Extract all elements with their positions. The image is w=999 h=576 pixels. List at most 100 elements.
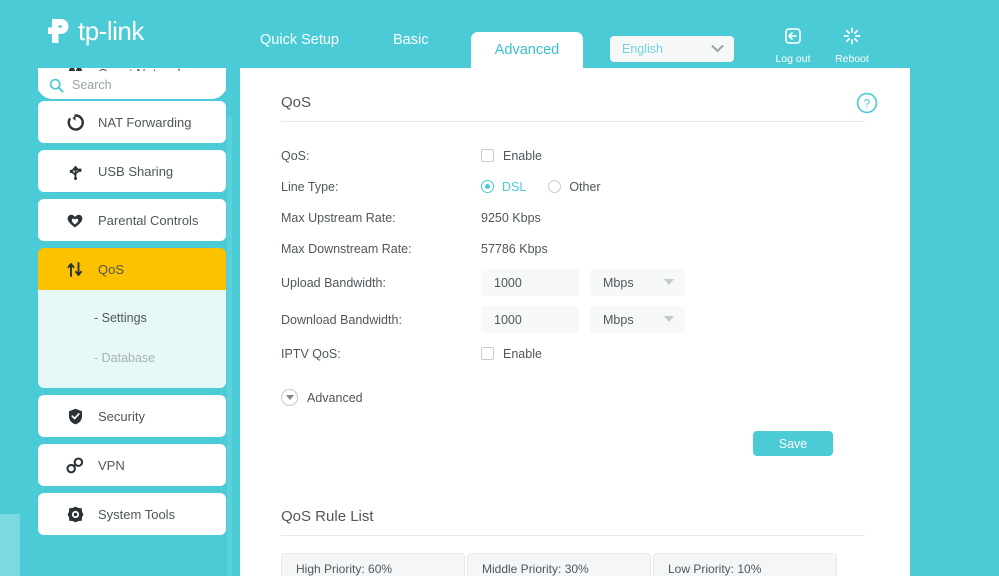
chevron-down-circle-icon — [281, 389, 298, 406]
unit-value: Mbps — [603, 312, 634, 327]
save-button[interactable]: Save — [753, 431, 833, 456]
priority-card[interactable]: Low Priority: 10% — [653, 553, 837, 576]
sidebar-item-label: System Tools — [98, 506, 176, 522]
priority-card[interactable]: High Priority: 60% — [281, 553, 465, 576]
sidebar-search[interactable] — [38, 71, 226, 99]
priority-card-header: Middle Priority: 30% — [468, 554, 650, 576]
sidebar-scrollbar[interactable] — [227, 116, 232, 576]
sidebar-item-label: USB Sharing — [98, 163, 174, 179]
chevron-down-icon — [711, 44, 724, 56]
qos-rule-list-panel: QoS Rule List High Priority: 60% Middle … — [240, 482, 910, 576]
priority-card-header: Low Priority: 10% — [654, 554, 836, 576]
sidebar-item-label: QoS — [98, 261, 125, 277]
brand-name: tp-link — [78, 15, 144, 46]
field-label: Download Bandwidth: — [281, 312, 402, 327]
page-title: QoS — [281, 94, 312, 111]
page-header: tp-link Quick Setup Basic Advanced Engli… — [0, 0, 999, 68]
field-max-downstream: Max Downstream Rate: 57786 Kbps — [281, 233, 881, 264]
brand-logo[interactable]: tp-link — [38, 13, 144, 49]
qos-form: QoS: Enable Line Type: DSL Other Max Ups… — [281, 140, 881, 369]
parental-controls-icon — [62, 212, 88, 229]
sidebar-subitem-settings[interactable]: - Settings — [38, 298, 226, 338]
field-label: QoS: — [281, 148, 310, 163]
sidebar-item-label: NAT Forwarding — [98, 114, 192, 130]
svg-text:?: ? — [864, 97, 871, 111]
line-type-other-radio[interactable] — [548, 180, 562, 193]
upload-bandwidth-unit-select[interactable]: Mbps — [590, 269, 685, 296]
line-type-dsl-label: DSL — [502, 179, 527, 194]
field-label: Max Upstream Rate: — [281, 210, 396, 225]
max-upstream-value: 9250 Kbps — [481, 210, 541, 225]
logout-button[interactable]: Log out — [766, 26, 820, 65]
sidebar-item-label: Security — [98, 408, 145, 424]
download-bandwidth-unit-select[interactable]: Mbps — [590, 306, 685, 333]
reboot-icon — [842, 27, 862, 50]
sidebar-item-usb-sharing[interactable]: USB Sharing — [38, 150, 226, 192]
chevron-down-icon — [664, 279, 674, 285]
sidebar-item-label: Parental Controls — [98, 212, 199, 228]
main-content: QoS ? QoS: Enable Line Type: DSL Other M… — [240, 68, 910, 576]
field-iptv-qos: IPTV QoS: Enable — [281, 338, 881, 369]
field-upload-bandwidth: Upload Bandwidth: Mbps — [281, 264, 881, 301]
unit-value: Mbps — [603, 275, 634, 290]
sidebar-corner-accent — [0, 514, 20, 576]
priority-card-header: High Priority: 60% — [282, 554, 464, 576]
qos-panel: QoS ? QoS: Enable Line Type: DSL Other M… — [240, 68, 910, 406]
reboot-button[interactable]: Reboot — [825, 26, 879, 65]
tab-basic[interactable]: Basic — [393, 32, 428, 48]
field-line-type: Line Type: DSL Other — [281, 171, 881, 202]
rule-list-divider — [281, 535, 865, 536]
field-qos-enable: QoS: Enable — [281, 140, 881, 171]
help-question-icon[interactable]: ? — [856, 92, 878, 114]
logout-icon — [783, 28, 803, 50]
tab-quick-setup[interactable]: Quick Setup — [260, 32, 339, 48]
title-divider — [281, 121, 865, 122]
sidebar-item-vpn[interactable]: VPN — [38, 444, 226, 486]
nat-forwarding-icon — [62, 113, 88, 131]
sidebar-menu: Guest Network NAT Forwarding — [0, 68, 240, 542]
field-label: Upload Bandwidth: — [281, 275, 386, 290]
language-selector[interactable]: English — [610, 36, 734, 62]
qos-enable-checkbox[interactable] — [481, 149, 494, 162]
qos-enable-label: Enable — [503, 148, 542, 163]
sidebar-item-parental-controls[interactable]: Parental Controls — [38, 199, 226, 241]
line-type-dsl-radio[interactable] — [481, 180, 494, 193]
advanced-toggle[interactable]: Advanced — [281, 389, 910, 406]
system-tools-gear-icon — [62, 506, 88, 523]
sidebar-submenu-qos: - Settings - Database — [38, 290, 226, 388]
priority-card[interactable]: Middle Priority: 30% — [467, 553, 651, 576]
upload-bandwidth-input[interactable] — [481, 269, 579, 296]
tab-advanced[interactable]: Advanced — [471, 32, 583, 68]
field-max-upstream: Max Upstream Rate: 9250 Kbps — [281, 202, 881, 233]
sidebar: Guest Network NAT Forwarding — [0, 68, 240, 576]
iptv-qos-enable-label: Enable — [503, 346, 542, 361]
tp-link-logo-icon — [38, 13, 74, 49]
field-download-bandwidth: Download Bandwidth: Mbps — [281, 301, 881, 338]
chevron-down-icon — [664, 316, 674, 322]
sidebar-item-qos[interactable]: QoS — [38, 248, 226, 290]
field-label: Max Downstream Rate: — [281, 241, 412, 256]
usb-sharing-icon — [62, 163, 88, 180]
priority-cards: High Priority: 60% Middle Priority: 30% … — [281, 553, 910, 576]
language-value: English — [622, 42, 663, 56]
router-admin-page: tp-link Quick Setup Basic Advanced Engli… — [0, 0, 999, 576]
download-bandwidth-input[interactable] — [481, 306, 579, 333]
field-label: IPTV QoS: — [281, 346, 341, 361]
max-downstream-value: 57786 Kbps — [481, 241, 548, 256]
sidebar-item-label: VPN — [98, 457, 125, 473]
qos-icon — [62, 261, 88, 278]
rule-list-title: QoS Rule List — [281, 508, 374, 525]
search-input[interactable] — [72, 78, 202, 92]
sidebar-subitem-database[interactable]: - Database — [38, 338, 226, 378]
logout-label: Log out — [775, 53, 811, 65]
security-shield-icon — [62, 408, 88, 425]
iptv-qos-enable-checkbox[interactable] — [481, 347, 494, 360]
reboot-label: Reboot — [835, 53, 869, 65]
sidebar-item-security[interactable]: Security — [38, 395, 226, 437]
search-icon — [49, 78, 64, 93]
sidebar-item-system-tools[interactable]: System Tools — [38, 493, 226, 535]
advanced-toggle-label: Advanced — [307, 390, 363, 405]
field-label: Line Type: — [281, 179, 339, 194]
vpn-link-icon — [62, 456, 88, 474]
sidebar-item-nat-forwarding[interactable]: NAT Forwarding — [38, 101, 226, 143]
